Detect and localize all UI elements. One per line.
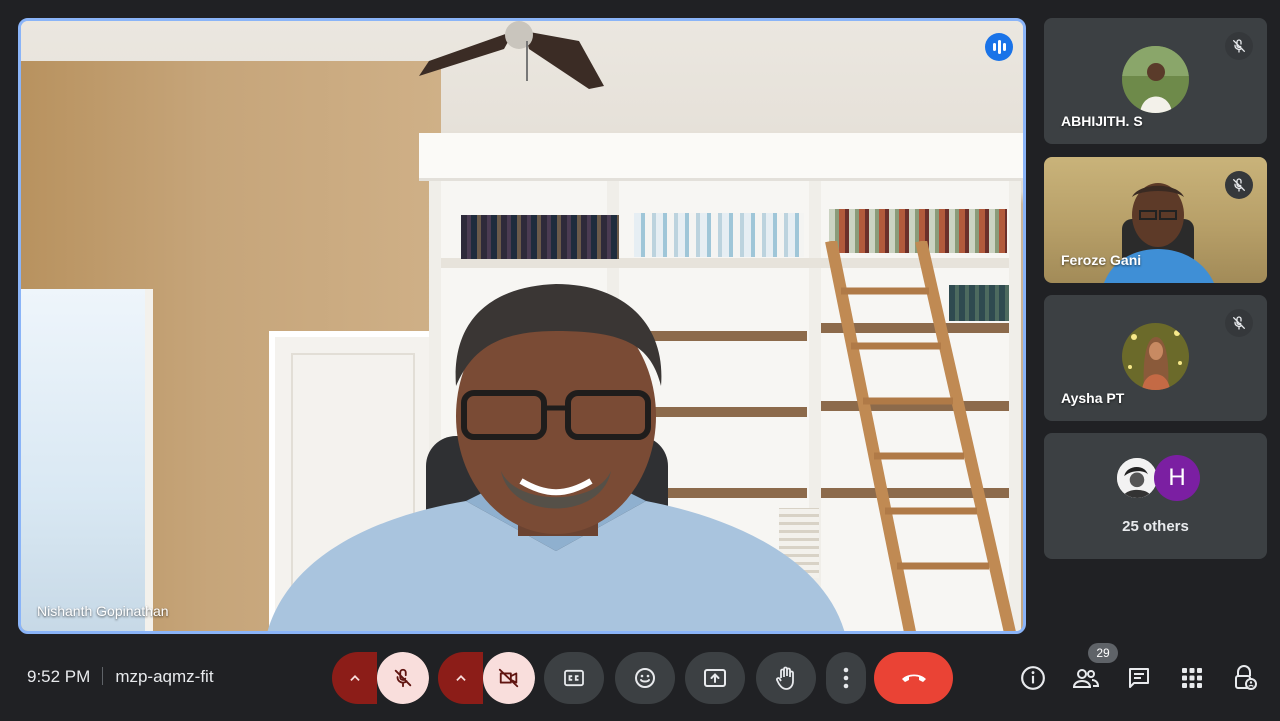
info-icon [1021, 666, 1045, 690]
mic-off-icon [1225, 309, 1253, 337]
people-icon [1072, 669, 1100, 688]
main-speaker-name: Nishanth Gopinathan [37, 603, 169, 619]
emoji-button[interactable] [615, 652, 675, 704]
participant-tile-aysha[interactable]: Aysha PT [1044, 295, 1267, 421]
chevron-up-icon [455, 675, 466, 681]
emoji-icon [635, 668, 655, 688]
avatar [1115, 456, 1159, 500]
others-tile[interactable]: H 25 others [1044, 433, 1267, 559]
mic-options-button[interactable] [332, 652, 377, 704]
video-window [21, 289, 153, 631]
participant-count-badge: 29 [1088, 643, 1118, 663]
participant-name: Aysha PT [1061, 390, 1125, 406]
chat-button[interactable] [1121, 660, 1157, 696]
present-screen-icon [704, 669, 726, 687]
leave-call-button[interactable] [874, 652, 953, 704]
more-options-button[interactable] [826, 652, 866, 704]
chevron-up-icon [349, 675, 360, 681]
participant-tile-feroze[interactable]: Feroze Gani [1044, 157, 1267, 283]
videocam-off-icon [498, 668, 519, 688]
people-button[interactable] [1068, 660, 1104, 696]
raise-hand-button[interactable] [756, 652, 816, 704]
captions-button[interactable] [544, 652, 604, 704]
present-button[interactable] [685, 652, 745, 704]
participant-tile-abhijith[interactable]: ABHIJITH. S [1044, 18, 1267, 144]
avatar [1122, 323, 1189, 390]
meeting-details: 9:52 PM mzp-aqmz-fit [27, 667, 214, 687]
main-speaker-tile[interactable]: Nishanth Gopinathan [18, 18, 1026, 634]
mic-off-icon [1225, 171, 1253, 199]
meeting-code: mzp-aqmz-fit [115, 667, 214, 686]
avatar [1122, 46, 1189, 113]
participant-name: Feroze Gani [1061, 252, 1142, 268]
camera-options-button[interactable] [438, 652, 483, 704]
mic-toggle-button[interactable] [377, 652, 429, 704]
chat-icon [1129, 668, 1149, 688]
host-controls-button[interactable] [1227, 660, 1263, 696]
camera-control-group [438, 652, 535, 704]
others-count-label: 25 others [1122, 518, 1189, 535]
closed-captions-icon [564, 669, 584, 687]
meeting-time: 9:52 PM [27, 667, 91, 686]
ceiling-fan-graphic [419, 21, 604, 89]
mic-off-icon [1225, 32, 1253, 60]
hand-icon [776, 666, 794, 690]
avatar-initial: H [1154, 455, 1200, 501]
lock-person-icon [1235, 665, 1257, 690]
camera-toggle-button[interactable] [483, 652, 535, 704]
mic-control-group [332, 652, 429, 704]
activities-button[interactable] [1174, 660, 1210, 696]
speaker-video [267, 284, 845, 631]
audio-levels-icon [985, 33, 1013, 61]
meeting-details-button[interactable] [1015, 660, 1051, 696]
call-end-icon [901, 674, 926, 682]
participant-name: ABHIJITH. S [1061, 113, 1143, 129]
more-vert-icon [843, 667, 849, 689]
mic-off-icon [394, 668, 412, 688]
divider [102, 667, 104, 685]
apps-grid-icon [1182, 668, 1202, 688]
